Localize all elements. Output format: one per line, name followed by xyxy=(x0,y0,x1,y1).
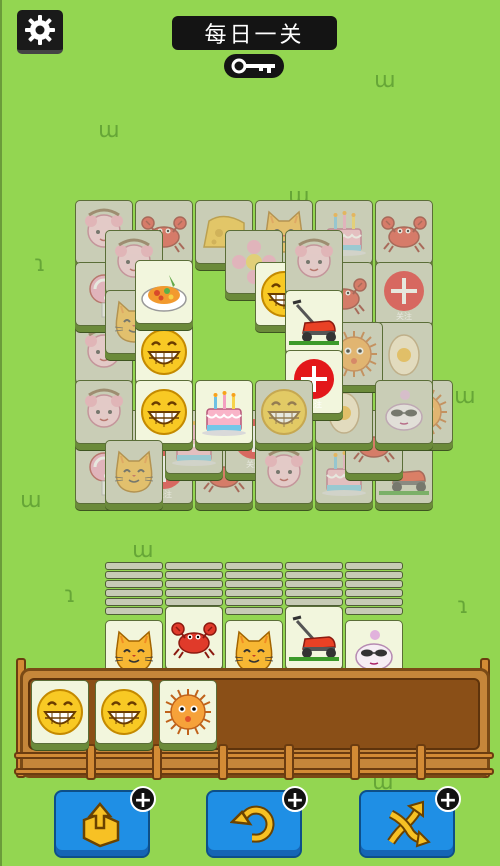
egg-icon xyxy=(379,329,429,379)
grass-decoration: ɯ xyxy=(374,68,396,93)
move-out-icon xyxy=(82,802,120,848)
level-title: 每日一关 xyxy=(172,16,337,50)
emoji-icon xyxy=(139,327,189,377)
tile-emoji[interactable] xyxy=(95,680,153,744)
grass-decoration: ɯ xyxy=(20,488,42,513)
stack-card xyxy=(345,562,403,570)
emoji-icon xyxy=(139,387,189,437)
stack-card xyxy=(345,598,403,606)
stack-card xyxy=(225,607,283,615)
shuffle-icon xyxy=(387,800,431,848)
undo-icon xyxy=(230,805,275,843)
stack-card xyxy=(105,607,163,615)
stack-card xyxy=(345,571,403,579)
grass-decoration: ɿ xyxy=(457,594,469,619)
stack-card xyxy=(285,598,343,606)
stack-card xyxy=(345,607,403,615)
grass-decoration: ɿ xyxy=(34,252,46,277)
tile-egg xyxy=(375,322,433,386)
girl-icon xyxy=(289,237,339,287)
grass-decoration: ɯ xyxy=(98,118,120,143)
food-icon xyxy=(139,267,189,317)
move-out-button[interactable]: + xyxy=(54,786,156,858)
key-icon xyxy=(231,58,275,74)
stack-card xyxy=(225,589,283,597)
tile-girl xyxy=(255,440,313,504)
fence-post xyxy=(350,744,360,780)
emoji-icon xyxy=(35,687,85,737)
girl-icon xyxy=(259,447,309,497)
tile-emoji[interactable] xyxy=(31,680,89,744)
fence-post xyxy=(218,744,228,780)
tile-emoji[interactable] xyxy=(135,380,193,444)
mower-icon xyxy=(289,613,339,663)
tile-emoji xyxy=(255,380,313,444)
stack-card xyxy=(105,589,163,597)
stack-card xyxy=(345,589,403,597)
stack-card xyxy=(165,562,223,570)
cat-icon xyxy=(109,447,159,497)
stack-card xyxy=(105,598,163,606)
tile-follow: 关注 xyxy=(375,262,433,326)
fence-post xyxy=(284,744,294,780)
tile-girl xyxy=(285,230,343,294)
stack-card xyxy=(285,571,343,579)
emoji-icon xyxy=(259,387,309,437)
pufferfish-icon xyxy=(163,687,213,737)
tile-duck xyxy=(375,380,433,444)
girl-icon xyxy=(79,387,129,437)
level-title-text: 每日一关 xyxy=(204,23,305,48)
stack-card xyxy=(105,580,163,588)
add-undo-badge[interactable]: + xyxy=(282,786,308,813)
tile-cat xyxy=(105,440,163,504)
stack-card xyxy=(105,571,163,579)
grass-decoration: ɯ xyxy=(132,538,154,563)
fence-post xyxy=(416,744,426,780)
cake-icon xyxy=(199,387,249,437)
fence-post xyxy=(152,744,162,780)
stack-card xyxy=(165,589,223,597)
add-move-out-badge[interactable]: + xyxy=(130,786,156,813)
stack-card xyxy=(345,580,403,588)
shuffle-button[interactable]: + xyxy=(359,786,461,858)
tile-mower[interactable] xyxy=(285,606,343,670)
stack-card xyxy=(225,562,283,570)
emoji-icon xyxy=(99,687,149,737)
tile-crab[interactable] xyxy=(165,606,223,670)
tile-pufferfish[interactable] xyxy=(159,680,217,744)
tile-emoji[interactable] xyxy=(135,320,193,384)
undo-button[interactable]: + xyxy=(206,786,308,858)
add-shuffle-badge[interactable]: + xyxy=(435,786,461,813)
tile-food[interactable] xyxy=(135,260,193,324)
tile-cake[interactable] xyxy=(195,380,253,444)
stack-card xyxy=(165,598,223,606)
mower-icon xyxy=(289,297,339,347)
stack-card xyxy=(285,580,343,588)
stack-card xyxy=(105,562,163,570)
stack-card xyxy=(225,571,283,579)
grass-decoration: ɯ xyxy=(454,384,476,409)
tile-mower[interactable] xyxy=(285,290,343,354)
crab-icon xyxy=(169,613,219,663)
crab-icon xyxy=(379,207,429,257)
stack-card xyxy=(225,580,283,588)
stack-card xyxy=(285,562,343,570)
follow-label: 关注 xyxy=(396,312,412,321)
stack-card xyxy=(165,580,223,588)
gear-icon xyxy=(25,15,55,45)
tile-crab xyxy=(375,200,433,264)
stack-card xyxy=(285,589,343,597)
stack-card xyxy=(165,571,223,579)
fence-post xyxy=(86,744,96,780)
stack-card xyxy=(225,598,283,606)
tile-girl xyxy=(75,380,133,444)
key-indicator xyxy=(224,54,284,78)
settings-button[interactable] xyxy=(17,10,63,54)
grass-decoration: ɿ xyxy=(64,583,76,608)
duck-icon xyxy=(379,387,429,437)
